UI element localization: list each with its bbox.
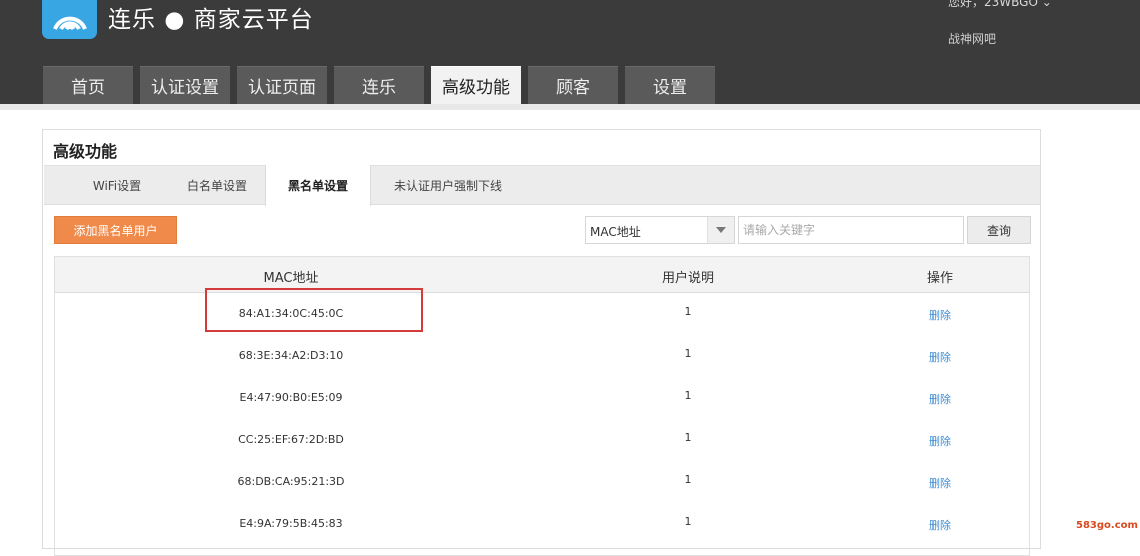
nav-tab-customers[interactable]: 顾客 <box>528 66 618 104</box>
nav-tab-settings[interactable]: 设置 <box>625 66 715 104</box>
wifi-logo-icon <box>42 0 97 39</box>
nav-tab-auth-settings[interactable]: 认证设置 <box>140 66 230 104</box>
subtab-force-offline[interactable]: 未认证用户强制下线 <box>374 166 522 205</box>
note-cell: 1 <box>684 515 692 528</box>
subtab-whitelist[interactable]: 白名单设置 <box>168 166 266 205</box>
table-row: CC:25:EF:67:2D:BD 1 删除 <box>55 419 1029 461</box>
table-row: E4:47:90:B0:E5:09 1 删除 <box>55 377 1029 419</box>
nav-tab-advanced[interactable]: 高级功能 <box>431 66 521 104</box>
note-cell: 1 <box>684 305 692 318</box>
delete-link[interactable]: 删除 <box>929 433 951 449</box>
nav-tab-home[interactable]: 首页 <box>43 66 133 104</box>
mac-cell: CC:25:EF:67:2D:BD <box>238 433 344 446</box>
mac-cell: E4:9A:79:5B:45:83 <box>239 517 343 530</box>
note-cell: 1 <box>684 389 692 402</box>
watermark: 583go.com <box>1076 520 1138 531</box>
blacklist-table: MAC地址 用户说明 操作 84:A1:34:0C:45:0C 1 删除 68:… <box>54 256 1030 556</box>
header-divider <box>0 104 1140 110</box>
advanced-panel: 高级功能 WiFi设置 白名单设置 黑名单设置 未认证用户强制下线 添加黑名单用… <box>42 129 1041 556</box>
user-greeting[interactable]: 您好，23WBGO ⌄ <box>948 0 1052 10</box>
note-cell: 1 <box>684 473 692 486</box>
note-cell: 1 <box>684 347 692 360</box>
table-row: 84:A1:34:0C:45:0C 1 删除 <box>55 293 1029 335</box>
table-row: 68:DB:CA:95:21:3D 1 删除 <box>55 461 1029 503</box>
delete-link[interactable]: 删除 <box>929 349 951 365</box>
chevron-down-icon: ⌄ <box>1041 0 1052 9</box>
mac-cell: 68:DB:CA:95:21:3D <box>237 475 345 488</box>
subtab-wifi[interactable]: WiFi设置 <box>66 166 168 205</box>
delete-link[interactable]: 删除 <box>929 307 951 323</box>
column-header-note: 用户说明 <box>661 271 715 286</box>
query-button[interactable]: 查询 <box>967 216 1031 244</box>
delete-link[interactable]: 删除 <box>929 475 951 491</box>
delete-link[interactable]: 删除 <box>929 391 951 407</box>
filter-select[interactable]: MAC地址 <box>585 216 735 244</box>
red-highlight-box <box>205 288 423 332</box>
table-row: 68:3E:34:A2:D3:10 1 删除 <box>55 335 1029 377</box>
search-input[interactable] <box>738 216 964 244</box>
user-greeting-text: 您好，23WBGO <box>948 0 1038 9</box>
note-cell: 1 <box>684 431 692 444</box>
filter-select-value: MAC地址 <box>590 225 641 239</box>
mac-cell: 68:3E:34:A2:D3:10 <box>238 349 344 362</box>
table-header: MAC地址 用户说明 操作 <box>55 257 1029 293</box>
nav-tab-auth-page[interactable]: 认证页面 <box>237 66 327 104</box>
brand-title: 连乐 ● 商家云平台 <box>108 7 314 33</box>
subtab-blacklist[interactable]: 黑名单设置 <box>265 165 371 206</box>
column-header-action: 操作 <box>926 271 954 286</box>
subtab-bar: WiFi设置 白名单设置 黑名单设置 未认证用户强制下线 <box>44 165 1040 206</box>
main-nav: 首页 认证设置 认证页面 连乐 高级功能 顾客 设置 <box>43 66 715 104</box>
nav-tab-lianle[interactable]: 连乐 <box>334 66 424 104</box>
mac-cell: E4:47:90:B0:E5:09 <box>239 391 343 404</box>
add-blacklist-user-button[interactable]: 添加黑名单用户 <box>54 216 177 244</box>
delete-link[interactable]: 删除 <box>929 517 951 533</box>
column-header-mac: MAC地址 <box>263 271 319 286</box>
panel-title: 高级功能 <box>53 142 118 161</box>
shop-name: 战神网吧 <box>948 32 997 46</box>
dropdown-arrow-icon <box>707 217 734 243</box>
top-header: 连乐 ● 商家云平台 您好，23WBGO ⌄ 战神网吧 首页 认证设置 认证页面… <box>0 0 1140 104</box>
table-row: E4:9A:79:5B:45:83 1 删除 <box>55 503 1029 545</box>
